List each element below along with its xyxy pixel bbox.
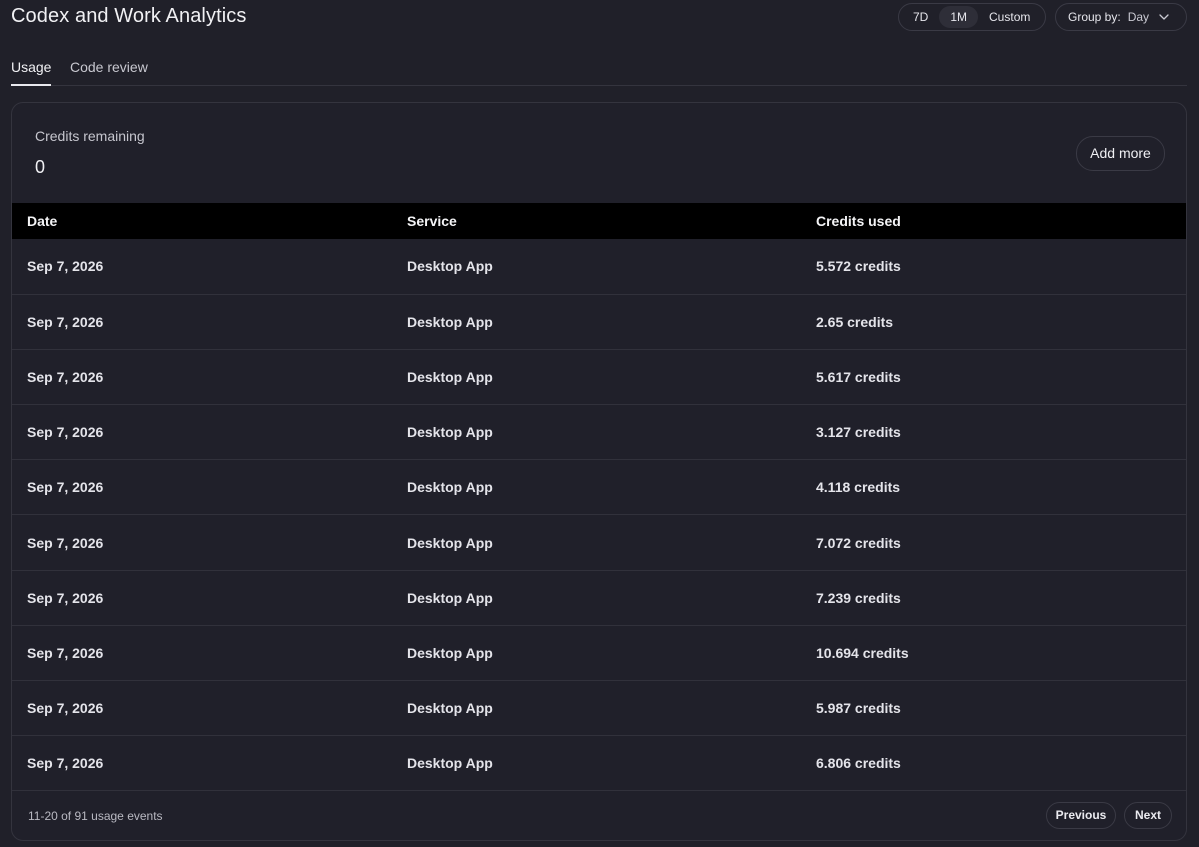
usage-table: Date Service Credits used Sep 7, 2026 De… (12, 203, 1186, 791)
credits-remaining-value: 0 (35, 157, 46, 177)
cell-service: Desktop App (407, 258, 493, 275)
cell-date: Sep 7, 2026 (27, 368, 104, 385)
cell-credits: 5.987 credits (816, 700, 901, 717)
analytics-page: Codex and Work Analytics 7D 1M Custom Gr… (0, 0, 1199, 847)
cell-credits: 4.118 credits (816, 479, 901, 496)
table-row: Sep 7, 2026 Desktop App 7.239 credits (12, 570, 1186, 626)
cell-date: Sep 7, 2026 (27, 479, 104, 496)
cell-date: Sep 7, 2026 (27, 534, 104, 551)
range-7d-button[interactable]: 7D (902, 6, 939, 28)
cell-service: Desktop App (407, 534, 493, 551)
tab-usage[interactable]: Usage (11, 59, 52, 86)
cell-credits: 5.617 credits (816, 368, 901, 385)
cell-date: Sep 7, 2026 (27, 700, 104, 717)
cell-date: Sep 7, 2026 (27, 644, 104, 661)
cell-service: Desktop App (407, 644, 493, 661)
page-title: Codex and Work Analytics (11, 5, 247, 27)
cell-service: Desktop App (407, 700, 493, 717)
next-page-button[interactable]: Next (1124, 802, 1172, 829)
table-header-row: Date Service Credits used (12, 203, 1186, 239)
cell-date: Sep 7, 2026 (27, 313, 104, 330)
cell-credits: 7.239 credits (816, 589, 901, 606)
group-by-value: Day (1127, 10, 1150, 24)
date-range-selector: 7D 1M Custom (898, 3, 1046, 31)
cell-service: Desktop App (407, 479, 493, 496)
range-custom-button[interactable]: Custom (978, 6, 1041, 28)
table-row: Sep 7, 2026 Desktop App 10.694 credits (12, 625, 1186, 681)
cell-date: Sep 7, 2026 (27, 589, 104, 606)
table-row: Sep 7, 2026 Desktop App 5.572 credits (12, 239, 1186, 295)
cell-credits: 10.694 credits (816, 644, 909, 661)
tab-bar: Usage Code review (11, 52, 1187, 86)
cell-service: Desktop App (407, 755, 493, 772)
column-header-credits-used: Credits used (816, 213, 901, 229)
cell-date: Sep 7, 2026 (27, 258, 104, 275)
cell-credits: 3.127 credits (816, 424, 901, 441)
usage-card: Credits remaining 0 Add more Date Servic… (11, 102, 1187, 841)
group-by-dropdown[interactable]: Group by: Day (1055, 3, 1187, 31)
table-row: Sep 7, 2026 Desktop App 5.987 credits (12, 681, 1186, 736)
pagination-count: 11-20 of 91 usage events (28, 809, 163, 823)
table-row: Sep 7, 2026 Desktop App 5.617 credits (12, 349, 1186, 405)
cell-service: Desktop App (407, 589, 493, 606)
cell-credits: 2.65 credits (816, 313, 894, 330)
cell-credits: 6.806 credits (816, 755, 901, 772)
cell-credits: 5.572 credits (816, 258, 901, 275)
cell-service: Desktop App (407, 424, 493, 441)
table-row: Sep 7, 2026 Desktop App 6.806 credits (12, 736, 1186, 791)
table-row: Sep 7, 2026 Desktop App 7.072 credits (12, 515, 1186, 571)
table-row: Sep 7, 2026 Desktop App 4.118 credits (12, 460, 1186, 515)
cell-service: Desktop App (407, 313, 493, 330)
range-1m-button[interactable]: 1M (939, 6, 979, 28)
cell-service: Desktop App (407, 368, 493, 385)
cell-date: Sep 7, 2026 (27, 755, 104, 772)
tab-code-review[interactable]: Code review (70, 59, 148, 84)
group-by-label: Group by: (1068, 10, 1121, 24)
table-row: Sep 7, 2026 Desktop App 3.127 credits (12, 405, 1186, 460)
add-more-button[interactable]: Add more (1076, 136, 1165, 171)
table-row: Sep 7, 2026 Desktop App 2.65 credits (12, 294, 1186, 350)
credits-remaining-label: Credits remaining (35, 128, 145, 144)
previous-page-button[interactable]: Previous (1046, 802, 1116, 829)
cell-credits: 7.072 credits (816, 534, 901, 551)
chevron-down-icon (1159, 14, 1169, 20)
column-header-service: Service (407, 213, 457, 229)
cell-date: Sep 7, 2026 (27, 424, 104, 441)
column-header-date: Date (27, 213, 58, 229)
